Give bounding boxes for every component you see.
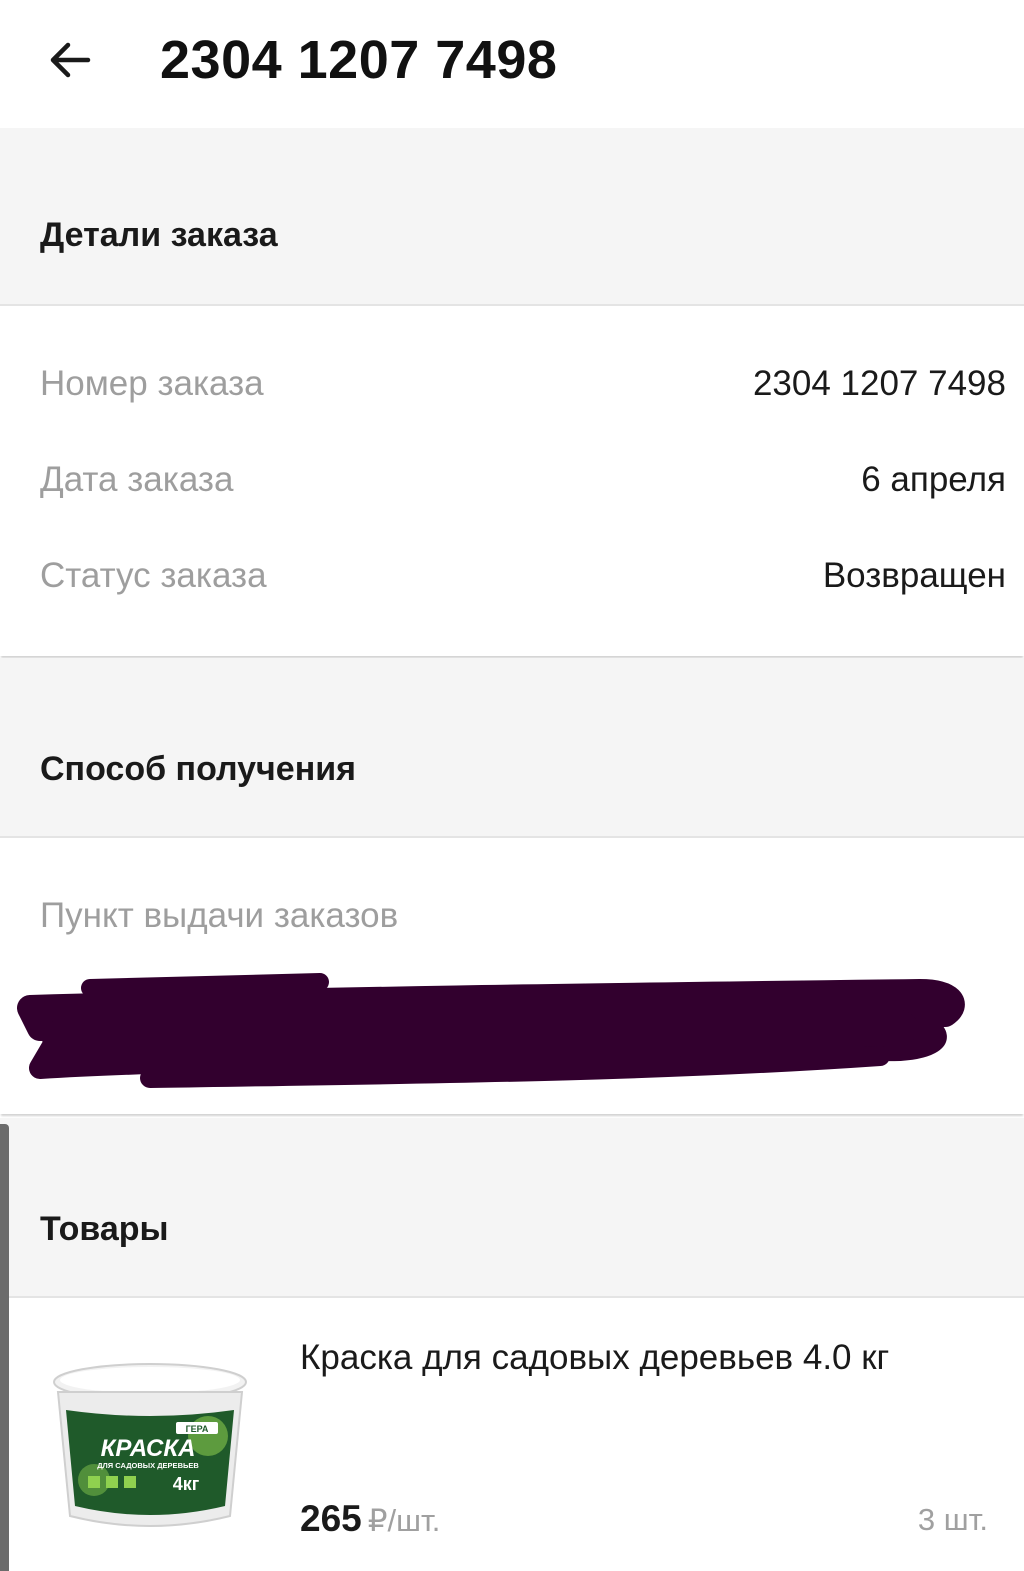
order-status-row: Статус заказа Возвращен: [40, 552, 1006, 600]
redaction-scribble: [17, 973, 965, 1088]
product-name[interactable]: Краска для садовых деревьев 4.0 кг: [300, 1336, 990, 1380]
page-title: 2304 1207 7498: [160, 30, 558, 90]
svg-text:4кг: 4кг: [173, 1474, 200, 1494]
product-item[interactable]: ГЕРА КРАСКА ДЛЯ САДОВЫХ ДЕРЕВЬЕВ 4кг Кра…: [0, 1298, 1024, 1571]
product-price: 265 ₽/шт.: [300, 1498, 440, 1540]
delivery-card: Пункт выдачи заказов: [0, 838, 1024, 1114]
price-unit: ₽/шт.: [367, 1503, 441, 1538]
svg-text:ДЛЯ САДОВЫХ ДЕРЕВЬЕВ: ДЛЯ САДОВЫХ ДЕРЕВЬЕВ: [97, 1461, 199, 1470]
order-status-label: Статус заказа: [40, 556, 267, 595]
order-number-label: Номер заказа: [40, 364, 264, 403]
delivery-section-header: Способ получения: [0, 658, 1024, 838]
svg-text:КРАСКА: КРАСКА: [101, 1435, 196, 1462]
product-image: ГЕРА КРАСКА ДЛЯ САДОВЫХ ДЕРЕВЬЕВ 4кг: [53, 1363, 247, 1527]
svg-text:ГЕРА: ГЕРА: [186, 1424, 209, 1434]
delivery-title: Способ получения: [40, 750, 356, 788]
order-date-value: 6 апреля: [861, 460, 1006, 499]
order-details-screen: 2304 1207 7498 Детали заказа Номер заказ…: [0, 0, 1024, 1571]
order-date-label: Дата заказа: [40, 460, 234, 499]
order-number-value: 2304 1207 7498: [752, 364, 1006, 403]
order-details-card: Номер заказа 2304 1207 7498 Дата заказа …: [0, 306, 1024, 656]
order-details-section-header: Детали заказа: [0, 128, 1024, 306]
back-button[interactable]: [36, 26, 104, 94]
order-date-row: Дата заказа 6 апреля: [40, 456, 1006, 504]
pickup-point-label: Пункт выдачи заказов: [40, 896, 399, 935]
arrow-left-icon: [50, 42, 91, 78]
products-section-header: Товары: [0, 1118, 1024, 1298]
order-number-row: Номер заказа 2304 1207 7498: [40, 360, 1006, 408]
app-bar: 2304 1207 7498: [0, 0, 1024, 128]
products-title: Товары: [40, 1210, 169, 1248]
product-quantity: 3 шт.: [917, 1502, 988, 1537]
price-value: 265: [300, 1498, 362, 1539]
order-status-value: Возвращен: [822, 556, 1006, 595]
order-details-title: Детали заказа: [40, 216, 278, 254]
scroll-indicator[interactable]: [0, 1124, 9, 1571]
